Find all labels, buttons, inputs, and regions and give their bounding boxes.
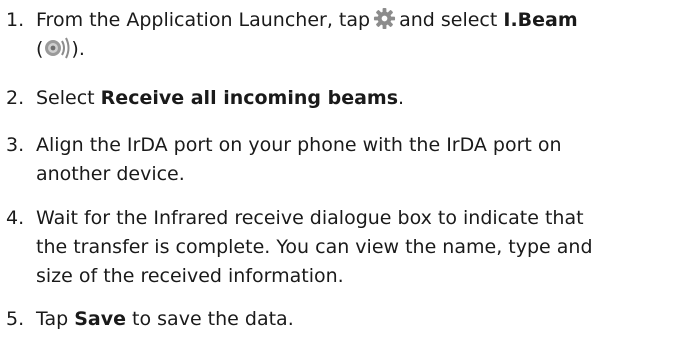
- step-line: Tap Save to save the data.: [36, 305, 676, 334]
- step-text: to save the data.: [132, 308, 294, 330]
- step-line: From the Application Launcher, tap and s…: [36, 6, 676, 35]
- step-text: and select: [399, 9, 498, 31]
- option-receive-all-beams: Receive all incoming beams: [100, 87, 399, 109]
- step-body: Select Receive all incoming beams.: [36, 84, 676, 113]
- step-line: Select Receive all incoming beams.: [36, 84, 676, 113]
- step-number: 4.: [6, 207, 25, 229]
- step-body: From the Application Launcher, tap and s…: [36, 6, 676, 64]
- step-body: Align the IrDA port on your phone with t…: [36, 131, 676, 189]
- step-body: Wait for the Infrared receive dialogue b…: [36, 204, 676, 291]
- infrared-beam-icon: [43, 36, 71, 60]
- step-line: the transfer is complete. You can view t…: [36, 236, 593, 258]
- step-number: 3.: [6, 134, 25, 156]
- step-line: Wait for the Infrared receive dialogue b…: [36, 207, 584, 229]
- step-text: Select: [36, 87, 95, 109]
- step-line: another device.: [36, 163, 185, 185]
- step-5: 5. Tap Save to save the data.: [6, 305, 676, 334]
- close-paren: ).: [71, 38, 85, 60]
- save-label: Save: [74, 308, 126, 330]
- step-4: 4. Wait for the Infrared receive dialogu…: [6, 204, 676, 291]
- app-name-ibeam: I.Beam: [503, 9, 578, 31]
- step-text: From the Application Launcher, tap: [36, 9, 371, 31]
- open-paren: (: [36, 38, 44, 60]
- step-1: 1. From the Application Launcher, tap an…: [6, 6, 676, 64]
- step-number: 2.: [6, 87, 25, 109]
- step-number: 1.: [6, 9, 25, 31]
- step-text: Tap: [36, 308, 69, 330]
- gear-icon: [373, 7, 396, 30]
- step-2: 2. Select Receive all incoming beams.: [6, 84, 676, 113]
- step-line: size of the received information.: [36, 265, 344, 287]
- step-text: .: [398, 87, 405, 109]
- step-line: Align the IrDA port on your phone with t…: [36, 134, 562, 156]
- step-number: 5.: [6, 308, 25, 330]
- step-line: ( ).: [36, 35, 676, 64]
- step-3: 3. Align the IrDA port on your phone wit…: [6, 131, 676, 189]
- step-body: Tap Save to save the data.: [36, 305, 676, 334]
